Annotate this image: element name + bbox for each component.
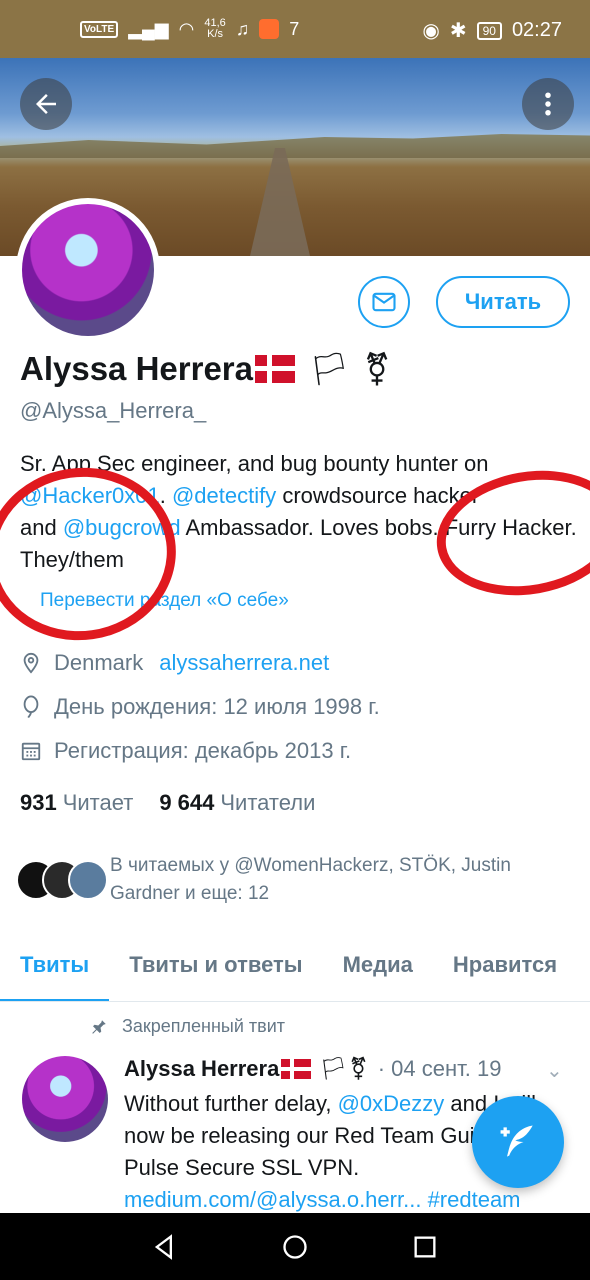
tab-tweets-replies[interactable]: Твиты и ответы xyxy=(109,940,322,1001)
profile-avatar[interactable] xyxy=(16,198,160,342)
transgender-symbol-icon: ⚧ xyxy=(363,351,391,387)
tab-tweets[interactable]: Твиты xyxy=(0,940,110,1001)
volte-indicator: VoLTE xyxy=(80,20,119,38)
tweet-url[interactable]: medium.com/@alyssa.o.herr... xyxy=(124,1187,421,1212)
tweet-author-avatar[interactable] xyxy=(22,1056,108,1142)
tab-media[interactable]: Медиа xyxy=(323,940,433,1001)
joined-row: Регистрация: декабрь 2013 г. xyxy=(20,738,351,764)
avatar xyxy=(68,860,108,900)
follow-button[interactable]: Читать xyxy=(436,276,570,328)
translate-bio-link[interactable]: Перевести раздел «О себе» xyxy=(40,590,289,612)
birthday-text: День рождения: 12 июля 1998 г. xyxy=(54,694,380,719)
eye-icon: ◉ xyxy=(422,20,440,42)
website-link[interactable]: alyssaherrera.net xyxy=(159,650,329,676)
profile-tabs: Твиты Твиты и ответы Медиа Нравится xyxy=(0,940,590,1002)
avatar-image xyxy=(22,204,154,336)
compose-feather-icon xyxy=(500,1125,533,1157)
mail-icon xyxy=(372,292,396,312)
signal-icon: ▂▄▆ xyxy=(128,18,169,39)
bio-mention-detectify[interactable]: @detectify xyxy=(172,483,276,508)
denmark-flag-icon xyxy=(281,1059,312,1079)
follow-stats: 931 Читает 9 644 Читатели xyxy=(20,790,315,816)
back-button[interactable] xyxy=(20,78,72,130)
following-stat[interactable]: 931 Читает xyxy=(20,790,133,816)
bio-mention-bugcrowd[interactable]: @bugcrowd xyxy=(63,515,181,540)
banner-boardwalk xyxy=(250,148,310,256)
home-circle-icon[interactable] xyxy=(281,1233,309,1261)
followed-by-text: В читаемых у @WomenHackerz, STÖK, Justin… xyxy=(110,855,511,904)
back-triangle-icon[interactable] xyxy=(151,1233,179,1261)
music-icon: ♫ xyxy=(235,18,250,39)
clock: 02:27 xyxy=(511,19,562,41)
birthday-row: День рождения: 12 июля 1998 г. xyxy=(20,694,380,720)
balloon-icon xyxy=(23,695,39,719)
tweet-date: · 04 сент. 19 xyxy=(377,1056,502,1081)
calendar-icon xyxy=(21,742,41,761)
followers-stat[interactable]: 9 644 Читатели xyxy=(159,790,315,816)
banner-hills xyxy=(0,134,590,158)
battery-icon: 90 xyxy=(476,21,502,40)
white-flag-icon: 🏳 xyxy=(319,1056,348,1081)
location-text: Denmark xyxy=(54,650,144,675)
tab-likes[interactable]: Нравится xyxy=(433,940,577,1001)
recents-square-icon[interactable] xyxy=(411,1233,439,1261)
joined-text: Регистрация: декабрь 2013 г. xyxy=(54,738,352,763)
pinned-label: Закрепленный твит xyxy=(90,1016,285,1037)
message-button[interactable] xyxy=(358,276,410,328)
tweet-hashtag[interactable]: #redteam xyxy=(428,1187,521,1212)
tweet-menu-chevron-down-icon[interactable]: ⌄ xyxy=(546,1058,563,1083)
android-nav-bar xyxy=(0,1213,590,1280)
white-flag-icon: 🏳 xyxy=(309,351,350,387)
status-bar: VoLTE ▂▄▆ ◠ 41,6 K/s ♫ 7 ◉ ✱ 90 02:27 xyxy=(0,0,590,58)
denmark-flag-icon xyxy=(255,355,295,383)
profile-handle: @Alyssa_Herrera_ xyxy=(20,398,207,423)
bluetooth-icon: ✱ xyxy=(449,20,467,42)
transgender-symbol-icon: ⚧ xyxy=(349,1056,368,1081)
bio-mention-hacker0x01[interactable]: @Hacker0x01 xyxy=(20,483,160,508)
followed-by-avatars xyxy=(16,860,108,900)
back-arrow-icon xyxy=(36,94,56,114)
network-speed: 41,6 K/s xyxy=(204,17,226,40)
pin-icon xyxy=(92,1019,106,1034)
more-vertical-icon xyxy=(545,92,551,116)
tweet-mention[interactable]: @0xDezzy xyxy=(338,1091,445,1116)
compose-tweet-button[interactable] xyxy=(472,1096,564,1188)
notification-count: 7 xyxy=(289,18,300,39)
wifi-icon: ◠ xyxy=(178,18,195,39)
profile-name: Alyssa Herrera 🏳 ⚧ xyxy=(20,350,391,387)
tweet-author-name[interactable]: Alyssa Herrera xyxy=(124,1056,279,1082)
app-notification-icon xyxy=(259,19,280,39)
more-options-button[interactable] xyxy=(522,78,574,130)
profile-bio: Sr. App Sec engineer, and bug bounty hun… xyxy=(20,451,577,572)
location-pin-icon xyxy=(23,652,39,674)
location-row: Denmark alyssaherrera.net xyxy=(20,650,329,676)
tweet-header: Alyssa Herrera 🏳 ⚧ · 04 сент. 19 xyxy=(124,1056,501,1082)
